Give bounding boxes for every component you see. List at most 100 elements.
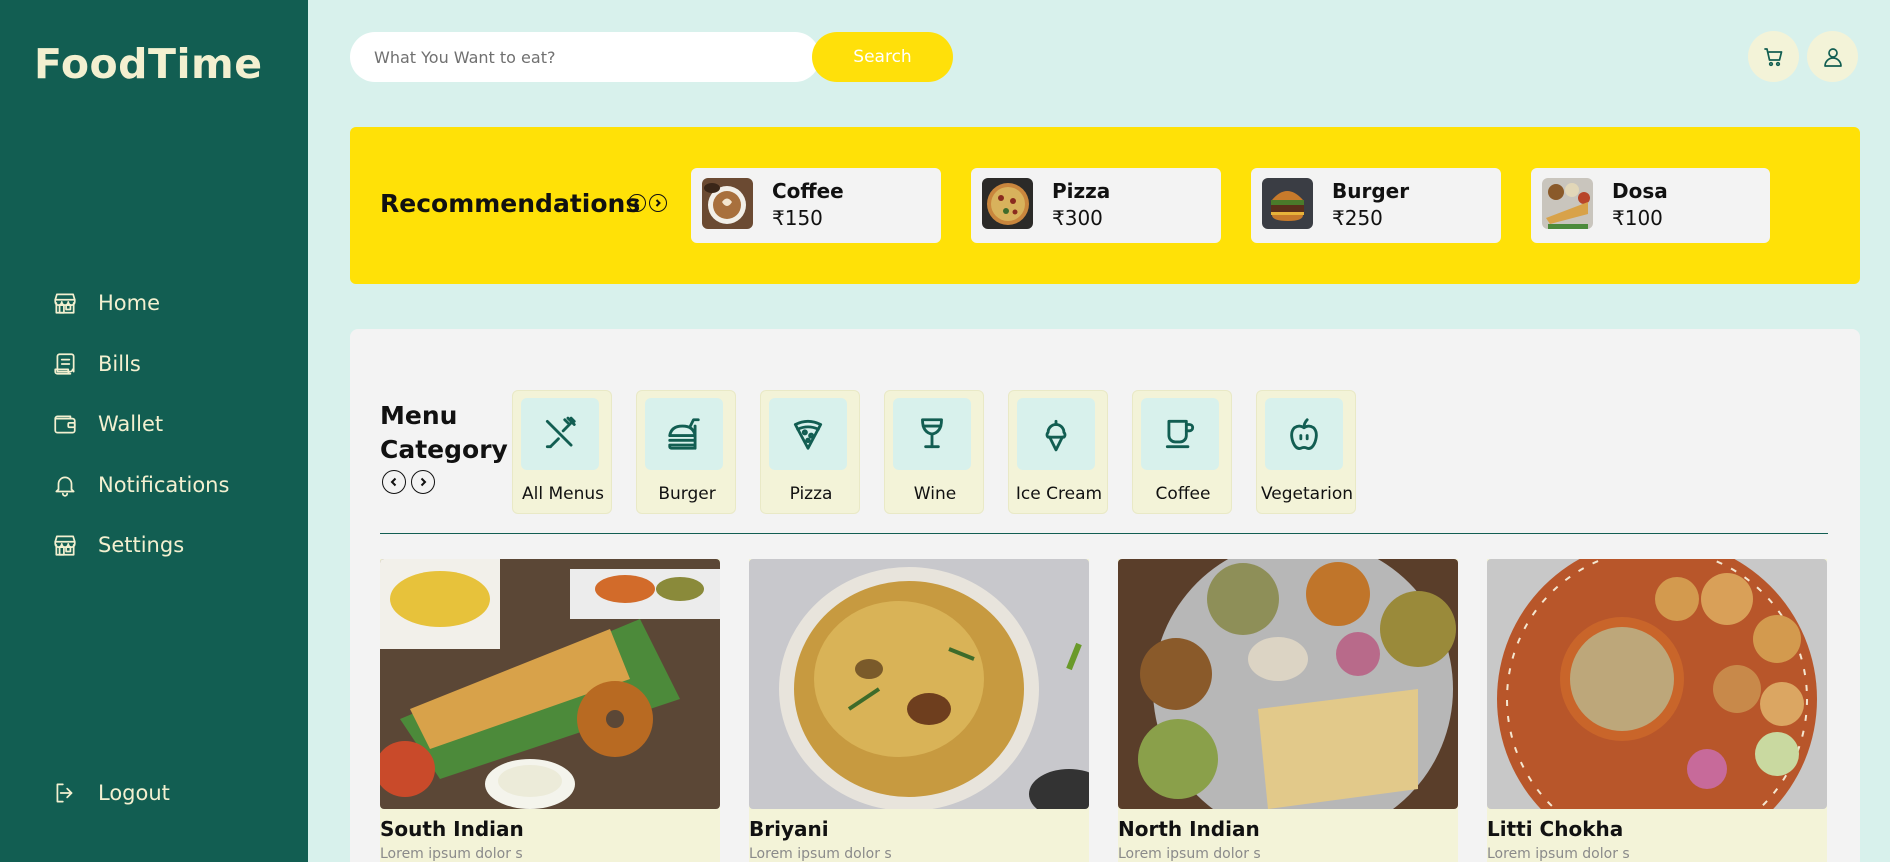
- reco-card-pizza[interactable]: Pizza ₹300: [971, 168, 1221, 243]
- sidebar-item-notifications[interactable]: Notifications: [52, 468, 229, 502]
- category-vegetarian[interactable]: Vegetarion: [1256, 390, 1356, 514]
- dish-card-briyani[interactable]: Briyani Lorem ipsum dolor s: [749, 559, 1089, 862]
- dish-description: Lorem ipsum dolor s: [1118, 846, 1261, 862]
- category-label: All Menus: [521, 484, 604, 504]
- dish-name: Litti Chokha: [1487, 817, 1624, 841]
- profile-button[interactable]: [1807, 31, 1858, 82]
- logout-button[interactable]: Logout: [52, 776, 170, 810]
- reco-item-name: Dosa: [1612, 179, 1668, 203]
- dish-name: Briyani: [749, 817, 829, 841]
- search-bar: Search: [350, 32, 953, 82]
- reco-card-coffee[interactable]: Coffee ₹150: [691, 168, 941, 243]
- section-divider: [380, 533, 1828, 534]
- category-label: Coffee: [1155, 484, 1211, 504]
- chevron-right-icon: [655, 199, 661, 207]
- recommendations-banner: Recommendations Coffee ₹150 Pizza ₹300 B…: [350, 127, 1860, 284]
- user-icon: [1823, 47, 1842, 67]
- menu-category-title: Menu Category: [380, 401, 508, 464]
- ice-cream-icon: [1045, 419, 1067, 452]
- category-all-menus[interactable]: All Menus: [512, 390, 612, 514]
- reco-item-price: ₹150: [772, 206, 823, 230]
- category-coffee[interactable]: Coffee: [1132, 390, 1232, 514]
- category-label: Pizza: [789, 484, 833, 504]
- sidebar-item-label: Notifications: [98, 473, 230, 497]
- recommendations-arrows: [628, 194, 667, 212]
- dish-card-south-indian[interactable]: South Indian Lorem ipsum dolor s: [380, 559, 720, 862]
- category-icon-box: [1141, 398, 1219, 470]
- wallet-icon: [54, 415, 76, 434]
- dish-description: Lorem ipsum dolor s: [1487, 846, 1630, 862]
- reco-item-name: Coffee: [772, 179, 844, 203]
- chevron-left-icon: [634, 199, 640, 207]
- pizza-icon: [793, 419, 823, 450]
- sidebar-item-label: Wallet: [98, 412, 164, 436]
- category-icon-box: [521, 398, 599, 470]
- dish-image: [1487, 559, 1827, 809]
- dish-description: Lorem ipsum dolor s: [749, 846, 892, 862]
- reco-card-dosa[interactable]: Dosa ₹100: [1531, 168, 1770, 243]
- recommendations-title: Recommendations: [380, 189, 641, 218]
- receipt-icon: [54, 353, 75, 375]
- category-pizza[interactable]: Pizza: [760, 390, 860, 514]
- dish-image: [380, 559, 720, 809]
- reco-item-price: ₹100: [1612, 206, 1663, 230]
- dish-name: North Indian: [1118, 817, 1260, 841]
- chevron-right-icon: [420, 477, 427, 487]
- sidebar-item-bills[interactable]: Bills: [52, 347, 141, 381]
- category-icon-box: [1017, 398, 1095, 470]
- coffee-cup-icon: [1165, 419, 1195, 449]
- category-wine[interactable]: Wine: [884, 390, 984, 514]
- sidebar-item-home[interactable]: Home: [52, 286, 160, 320]
- bell-icon: [55, 476, 75, 497]
- dish-image: [749, 559, 1089, 809]
- store-icon: [54, 293, 76, 314]
- reco-item-price: ₹300: [1052, 206, 1103, 230]
- fork-knife-icon: [545, 416, 576, 449]
- category-icon-box: [893, 398, 971, 470]
- dish-image: [1118, 559, 1458, 809]
- category-label: Wine: [913, 484, 957, 504]
- search-input[interactable]: [350, 32, 820, 82]
- category-icon-box: [645, 398, 723, 470]
- category-burger[interactable]: Burger: [636, 390, 736, 514]
- category-label: Vegetarion: [1261, 484, 1353, 504]
- logout-label: Logout: [98, 781, 170, 805]
- sidebar: FoodTime Home Bills Wallet Notifications…: [0, 0, 308, 862]
- apple-icon: [1290, 418, 1318, 450]
- dish-card-north-indian[interactable]: North Indian Lorem ipsum dolor s: [1118, 559, 1458, 862]
- sidebar-item-label: Home: [98, 291, 161, 315]
- sidebar-item-settings[interactable]: Settings: [52, 528, 184, 562]
- category-icon-box: [1265, 398, 1343, 470]
- dish-description: Lorem ipsum dolor s: [380, 846, 523, 862]
- category-prev-button[interactable]: [382, 470, 406, 494]
- burger-icon: [668, 418, 700, 450]
- logout-icon: [56, 783, 73, 803]
- category-next-button[interactable]: [411, 470, 435, 494]
- dosa-image: [1542, 178, 1593, 229]
- menu-category-arrows: [382, 470, 435, 494]
- category-label: Burger: [658, 484, 716, 504]
- reco-next-button[interactable]: [649, 194, 667, 212]
- sidebar-item-wallet[interactable]: Wallet: [52, 407, 163, 441]
- dish-name: South Indian: [380, 817, 524, 841]
- chevron-left-icon: [390, 477, 397, 487]
- cart-button[interactable]: [1748, 31, 1799, 82]
- reco-card-burger[interactable]: Burger ₹250: [1251, 168, 1501, 243]
- category-icon-box: [769, 398, 847, 470]
- category-ice-cream[interactable]: Ice Cream: [1008, 390, 1108, 514]
- burger-image: [1262, 178, 1313, 229]
- reco-prev-button[interactable]: [628, 194, 646, 212]
- reco-item-name: Pizza: [1052, 179, 1111, 203]
- reco-item-price: ₹250: [1332, 206, 1383, 230]
- sidebar-item-label: Bills: [98, 352, 141, 376]
- app-logo[interactable]: FoodTime: [34, 40, 263, 88]
- menu-panel: Menu Category All Menus Burger Pizza Win…: [350, 329, 1860, 862]
- cart-icon: [1763, 47, 1782, 66]
- wine-glass-icon: [921, 418, 943, 449]
- coffee-image: [702, 178, 753, 229]
- dish-card-litti-chokha[interactable]: Litti Chokha Lorem ipsum dolor s: [1487, 559, 1827, 862]
- search-button[interactable]: Search: [812, 32, 953, 82]
- reco-item-name: Burger: [1332, 179, 1410, 203]
- sidebar-item-label: Settings: [98, 533, 185, 557]
- store-icon: [54, 535, 76, 556]
